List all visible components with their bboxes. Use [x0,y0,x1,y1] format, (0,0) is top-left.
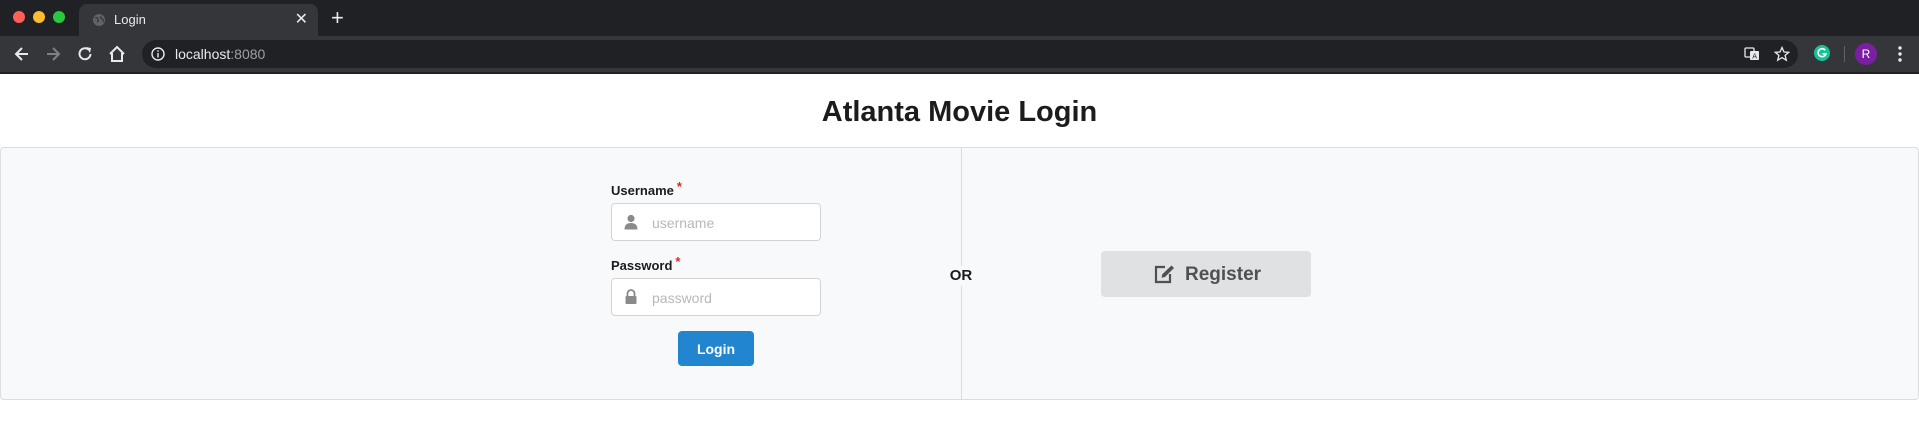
close-icon[interactable]: ✕ [295,10,308,30]
grammarly-extension-icon[interactable] [1813,44,1831,62]
username-field[interactable] [611,203,821,242]
or-label: OR [940,266,982,286]
url-host: localhost [175,46,231,62]
toolbar-border [0,72,1919,74]
avatar[interactable]: R [1855,43,1877,65]
required-mark: * [676,179,682,194]
tab-title: Login [114,12,146,27]
required-mark: * [675,254,681,269]
globe-icon [93,14,105,26]
home-icon[interactable] [107,44,127,64]
page-title: Atlanta Movie Login [821,96,1098,128]
register-label: Register [1185,264,1262,285]
login-segment: Username* Password* Login OR Register [0,147,1919,400]
back-arrow-icon[interactable] [12,44,32,64]
login-button[interactable]: Login [678,331,754,366]
reload-icon[interactable] [75,44,95,64]
translate-icon[interactable]: A [1744,46,1760,62]
username-input[interactable] [650,204,814,242]
browser-toolbar: localhost:8080 A R [0,36,1919,72]
plus-icon[interactable]: + [331,6,344,30]
url-port: :8080 [230,46,266,62]
password-field[interactable] [611,278,821,317]
toolbar-separator [1844,46,1845,62]
minimize-window-button[interactable] [33,11,45,23]
star-icon[interactable] [1774,46,1790,62]
username-label: Username * [611,179,682,198]
forward-arrow-icon[interactable] [43,44,63,64]
close-window-button[interactable] [13,11,25,23]
browser-tab-login[interactable]: Login ✕ [79,4,318,36]
edit-icon [1154,265,1174,284]
register-button[interactable]: Register [1101,251,1311,297]
maximize-window-button[interactable] [53,11,65,23]
browser-tab-bar: Login ✕ + [0,0,1919,36]
url-text: localhost:8080 [175,46,265,62]
password-input[interactable] [650,279,814,317]
more-menu-icon[interactable] [1892,45,1908,63]
svg-text:A: A [1752,53,1757,61]
address-bar[interactable]: localhost:8080 A [142,40,1798,68]
lock-icon [625,289,637,304]
info-icon[interactable] [151,47,165,61]
user-icon [624,214,638,230]
password-label: Password * [611,254,681,273]
